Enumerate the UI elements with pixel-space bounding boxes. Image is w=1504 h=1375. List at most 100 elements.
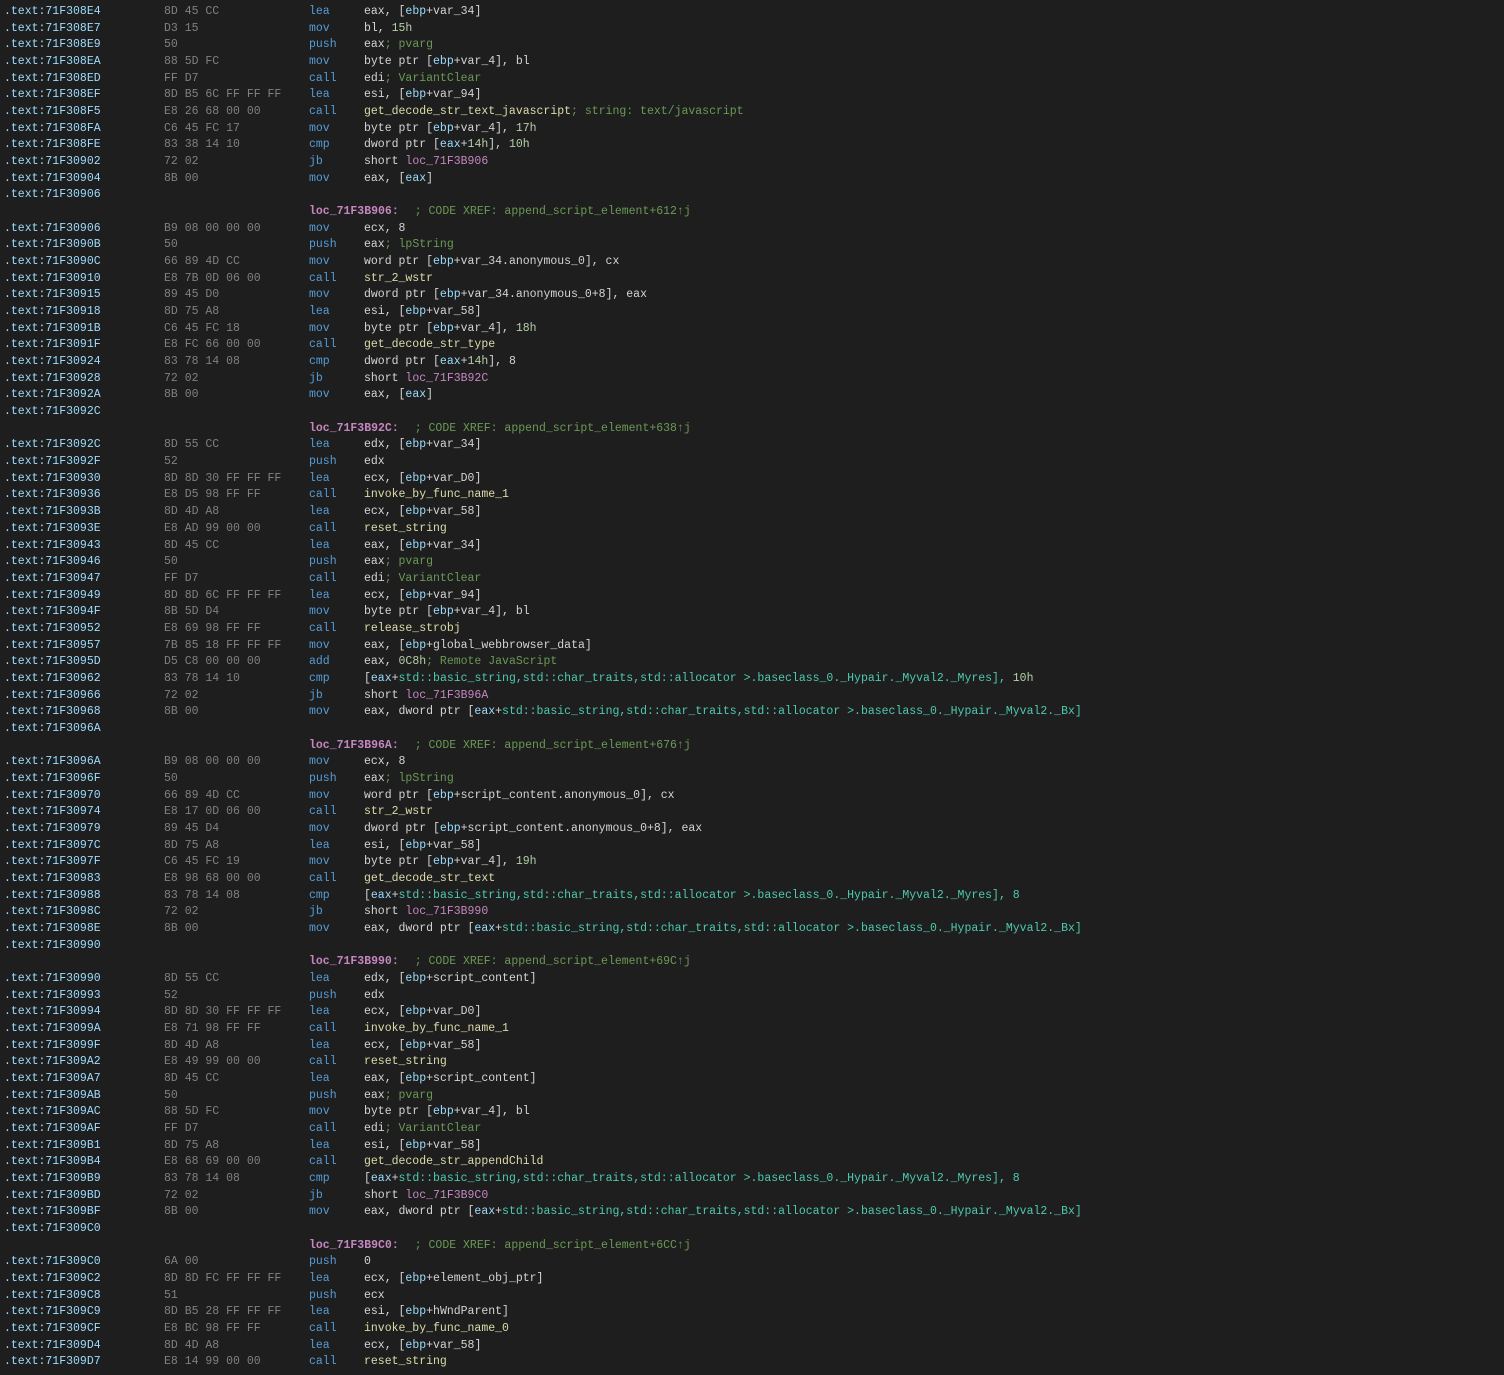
operands: get_decode_str_text_javascript — [364, 104, 571, 121]
label-indent — [4, 738, 309, 755]
mnemonic: mov — [309, 788, 364, 805]
address: .text:71F30904 — [4, 171, 164, 188]
mnemonic — [309, 1221, 364, 1238]
operands: dword ptr [ebp+script_content.anonymous_… — [364, 821, 702, 838]
table-row: loc_71F3B906:; CODE XREF: append_script_… — [0, 204, 1504, 221]
table-row: .text:71F3099F8D 4D A8leaecx, [ebp+var_5… — [0, 1038, 1504, 1055]
mnemonic: lea — [309, 4, 364, 21]
label-name: loc_71F3B9C0: — [309, 1238, 399, 1255]
table-row: .text:71F309577B 85 18 FF FF FFmoveax, [… — [0, 638, 1504, 655]
mnemonic: lea — [309, 1004, 364, 1021]
table-row: .text:71F3098E8B 00moveax, dword ptr [ea… — [0, 921, 1504, 938]
mnemonic: lea — [309, 538, 364, 555]
table-row: .text:71F309C98D B5 28 FF FF FFleaesi, [… — [0, 1304, 1504, 1321]
address: .text:71F308FE — [4, 137, 164, 154]
bytes: 52 — [164, 988, 309, 1005]
mnemonic: jb — [309, 1188, 364, 1205]
address: .text:71F308EF — [4, 87, 164, 104]
address: .text:71F30979 — [4, 821, 164, 838]
code-lines: .text:71F308E48D 45 CCleaeax, [ebp+var_3… — [0, 4, 1504, 1371]
table-row: .text:71F3092C8D 55 CCleaedx, [ebp+var_3… — [0, 437, 1504, 454]
mnemonic: call — [309, 521, 364, 538]
bytes: 8D 45 CC — [164, 1071, 309, 1088]
mnemonic: call — [309, 571, 364, 588]
address: .text:71F308ED — [4, 71, 164, 88]
comment: ; Remote JavaScript — [426, 654, 557, 671]
mnemonic: mov — [309, 387, 364, 404]
mnemonic: mov — [309, 221, 364, 238]
bytes: 7B 85 18 FF FF FF — [164, 638, 309, 655]
operands: esi, [ebp+var_58] — [364, 838, 481, 855]
operands: ecx, [ebp+var_D0] — [364, 1004, 481, 1021]
address: .text:71F3096F — [4, 771, 164, 788]
operands: eax, dword ptr [eax+std::basic_string,st… — [364, 704, 1082, 721]
table-row: .text:71F3095DD5 C8 00 00 00addeax, 0C8h… — [0, 654, 1504, 671]
address: .text:71F3097F — [4, 854, 164, 871]
operands: reset_string — [364, 1054, 447, 1071]
address: .text:71F3090C — [4, 254, 164, 271]
mnemonic: jb — [309, 688, 364, 705]
address: .text:71F3091F — [4, 337, 164, 354]
table-row: .text:71F30906 — [0, 187, 1504, 204]
address: .text:71F308EA — [4, 54, 164, 71]
operands: ecx, [ebp+element_obj_ptr] — [364, 1271, 543, 1288]
address: .text:71F309C2 — [4, 1271, 164, 1288]
operands: byte ptr [ebp+var_4], 17h — [364, 121, 537, 138]
table-row: .text:71F3090C66 89 4D CCmovword ptr [eb… — [0, 254, 1504, 271]
bytes: 8D 75 A8 — [164, 304, 309, 321]
table-row: .text:71F30936E8 D5 98 FF FFcallinvoke_b… — [0, 487, 1504, 504]
operands: ecx, [ebp+var_58] — [364, 504, 481, 521]
table-row: .text:71F309908D 55 CCleaedx, [ebp+scrip… — [0, 971, 1504, 988]
table-row: .text:71F3093B8D 4D A8leaecx, [ebp+var_5… — [0, 504, 1504, 521]
address: .text:71F309AF — [4, 1121, 164, 1138]
mnemonic: mov — [309, 604, 364, 621]
bytes: E8 49 99 00 00 — [164, 1054, 309, 1071]
table-row: .text:71F309688B 00moveax, dword ptr [ea… — [0, 704, 1504, 721]
bytes: 8D 75 A8 — [164, 838, 309, 855]
bytes: FF D7 — [164, 571, 309, 588]
table-row: .text:71F3097066 89 4D CCmovword ptr [eb… — [0, 788, 1504, 805]
bytes: E8 69 98 FF FF — [164, 621, 309, 638]
operands: eax — [364, 771, 385, 788]
mnemonic: mov — [309, 921, 364, 938]
address: .text:71F3098E — [4, 921, 164, 938]
address: .text:71F308E7 — [4, 21, 164, 38]
table-row: .text:71F309AB50pusheax ; pvarg — [0, 1088, 1504, 1105]
operands: invoke_by_func_name_0 — [364, 1321, 509, 1338]
table-row: .text:71F309048B 00moveax, [eax] — [0, 171, 1504, 188]
table-row: loc_71F3B9C0:; CODE XREF: append_script_… — [0, 1238, 1504, 1255]
label-name: loc_71F3B990: — [309, 954, 399, 971]
address: .text:71F309C0 — [4, 1221, 164, 1238]
table-row: .text:71F3096283 78 14 10cmp[eax+std::ba… — [0, 671, 1504, 688]
bytes — [164, 1221, 309, 1238]
mnemonic: call — [309, 104, 364, 121]
bytes: E8 7B 0D 06 00 — [164, 271, 309, 288]
operands: str_2_wstr — [364, 271, 433, 288]
mnemonic: mov — [309, 21, 364, 38]
comment: ; pvarg — [385, 554, 433, 571]
table-row: .text:71F3097C8D 75 A8leaesi, [ebp+var_5… — [0, 838, 1504, 855]
table-row: .text:71F309308D 8D 30 FF FF FFleaecx, [… — [0, 471, 1504, 488]
operands: eax — [364, 1088, 385, 1105]
address: .text:71F3092F — [4, 454, 164, 471]
address: .text:71F309C0 — [4, 1254, 164, 1271]
address: .text:71F3099F — [4, 1038, 164, 1055]
mnemonic: push — [309, 771, 364, 788]
table-row: .text:71F308F5E8 26 68 00 00callget_deco… — [0, 104, 1504, 121]
bytes: 8B 00 — [164, 171, 309, 188]
mnemonic: call — [309, 337, 364, 354]
bytes: E8 FC 66 00 00 — [164, 337, 309, 354]
mnemonic: call — [309, 1154, 364, 1171]
operands: byte ptr [ebp+var_4], bl — [364, 1104, 530, 1121]
operands: ecx, [ebp+var_94] — [364, 588, 481, 605]
address: .text:71F30906 — [4, 187, 164, 204]
label-indent — [4, 1238, 309, 1255]
bytes: 51 — [164, 1288, 309, 1305]
bytes: 72 02 — [164, 154, 309, 171]
bytes: 8D 4D A8 — [164, 504, 309, 521]
address: .text:71F30910 — [4, 271, 164, 288]
mnemonic: mov — [309, 121, 364, 138]
bytes: E8 D5 98 FF FF — [164, 487, 309, 504]
operands: edi — [364, 71, 385, 88]
address: .text:71F30902 — [4, 154, 164, 171]
